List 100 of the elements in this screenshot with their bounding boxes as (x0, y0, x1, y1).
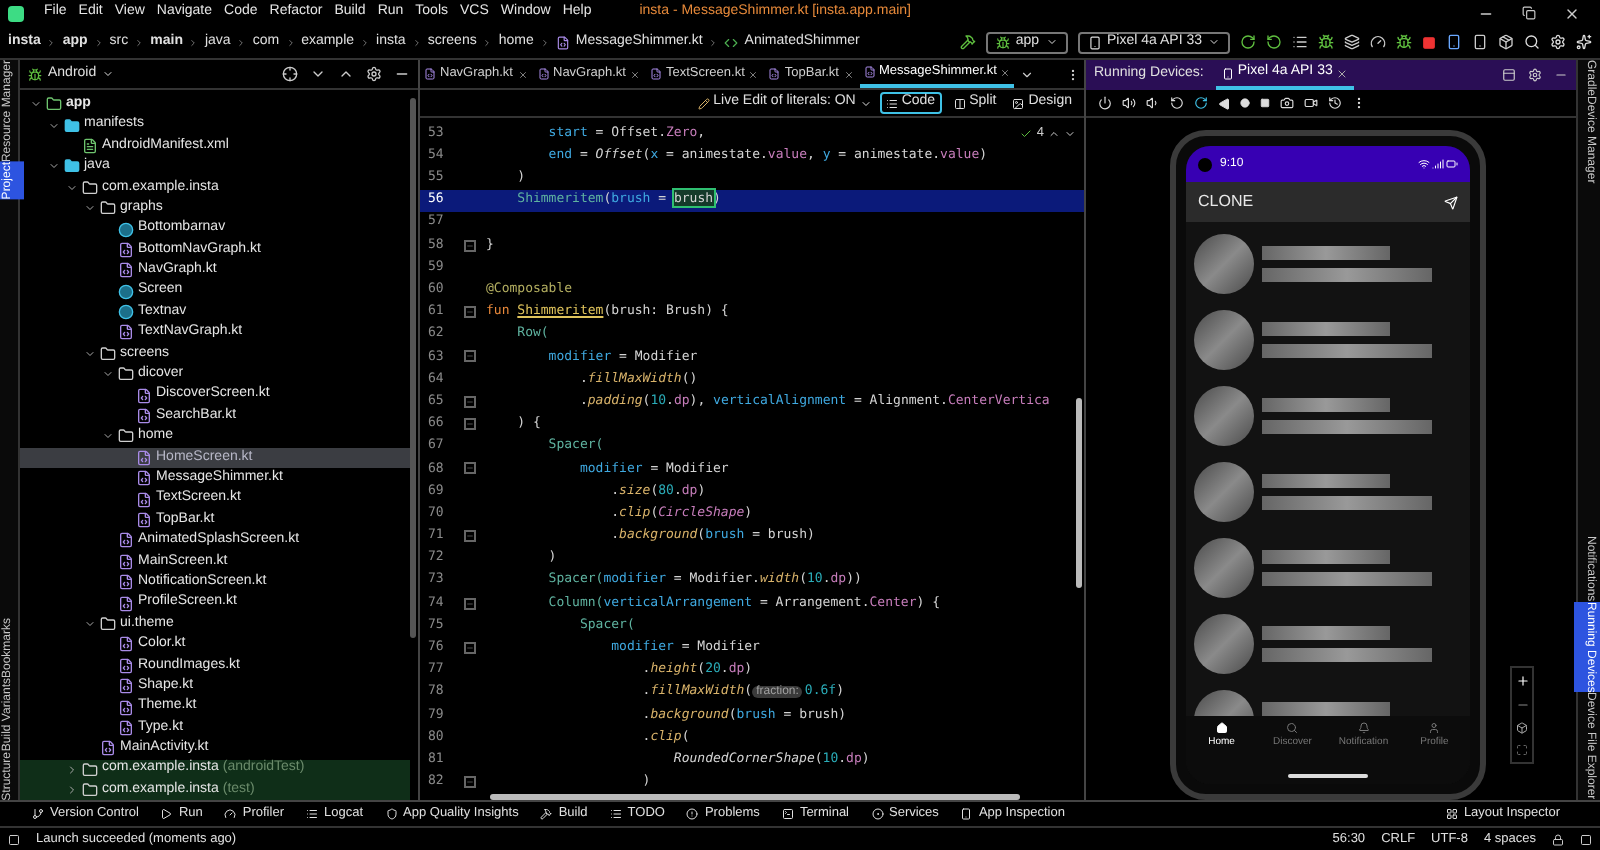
attach-debugger-icon[interactable] (1396, 34, 1412, 50)
stop-icon[interactable] (1422, 35, 1436, 49)
lock-icon[interactable] (1552, 833, 1564, 845)
close-icon[interactable] (1336, 67, 1349, 79)
avatar-placeholder (1194, 538, 1254, 598)
scrollbar[interactable] (1076, 398, 1082, 588)
device-manager-icon[interactable] (1446, 34, 1462, 50)
hammer-icon[interactable] (959, 34, 976, 50)
module-folder-icon (46, 96, 62, 113)
package-folder-icon (118, 428, 134, 445)
apply-changes-icon[interactable] (1266, 34, 1282, 50)
overview-icon[interactable] (1260, 98, 1270, 108)
assistant-icon[interactable] (1576, 34, 1592, 50)
kotlin-file-icon (118, 553, 134, 570)
fold-marker-icon[interactable] (464, 350, 476, 363)
fold-marker-icon[interactable] (464, 529, 476, 542)
package-folder-icon (100, 200, 116, 217)
restore-icon[interactable] (1522, 6, 1536, 20)
kotlin-file-icon (118, 657, 134, 674)
expand-all-icon[interactable] (310, 66, 326, 82)
expand-chevron-icon[interactable] (101, 430, 113, 443)
user-icon (1428, 722, 1441, 734)
search-icon[interactable] (1524, 34, 1540, 50)
kotlin-file-icon (118, 532, 134, 549)
back-icon[interactable] (1218, 97, 1230, 109)
app-title: CLONE (1198, 190, 1254, 214)
bell-icon (1357, 722, 1370, 734)
volume-up-icon[interactable] (1122, 96, 1136, 110)
separator-chevron-icon (539, 37, 550, 47)
camera-icon[interactable] (1280, 96, 1294, 110)
layout-icon[interactable] (1502, 68, 1516, 82)
logcat-icon (305, 808, 318, 820)
separator-chevron-icon (188, 37, 199, 47)
layers-icon[interactable] (1344, 34, 1360, 50)
power-icon[interactable] (1098, 96, 1112, 110)
separator-chevron-icon (134, 37, 145, 47)
shimmer-bar (1262, 398, 1390, 412)
zoom-in-icon[interactable] (1515, 674, 1529, 688)
separator-chevron-icon (236, 37, 247, 47)
kotlin-file-icon (863, 66, 875, 78)
avatar-placeholder (1194, 310, 1254, 370)
caret-icon (1208, 36, 1220, 48)
class-icon (118, 221, 134, 238)
kotlin-file-icon (118, 595, 134, 612)
locate-icon[interactable] (282, 66, 298, 82)
hide-icon[interactable] (1554, 68, 1568, 82)
profiler-icon[interactable] (1370, 34, 1386, 50)
next-icon[interactable] (1064, 127, 1076, 140)
folder-icon (64, 158, 80, 175)
fold-marker-icon[interactable] (464, 641, 476, 654)
previous-icon[interactable] (1048, 127, 1060, 140)
kotlin-file-icon (136, 408, 152, 425)
close-icon[interactable] (1564, 5, 1580, 21)
settings-icon[interactable] (1528, 68, 1542, 82)
inspection-icon (960, 808, 973, 820)
list-icon[interactable] (1292, 34, 1308, 50)
phone-icon (1221, 67, 1234, 79)
caret-icon (859, 97, 872, 109)
rotate-left-icon[interactable] (1170, 96, 1184, 110)
shimmer-bar (1262, 322, 1390, 336)
send-icon[interactable] (1444, 195, 1458, 209)
settings-icon[interactable] (1550, 34, 1566, 50)
separator-chevron-icon (285, 37, 296, 47)
tab-list-icon[interactable] (1020, 67, 1035, 81)
check-icon (1020, 127, 1033, 140)
shimmer-bar (1262, 550, 1390, 564)
kotlin-file-icon (650, 68, 662, 80)
sdk-manager-icon[interactable] (1498, 34, 1514, 50)
manifest-file-icon (82, 137, 98, 154)
more-icon[interactable] (1066, 67, 1080, 81)
fold-marker-icon[interactable] (464, 395, 476, 408)
kotlin-file-icon (100, 740, 116, 757)
home-icon[interactable] (1240, 98, 1250, 108)
collapse-all-icon[interactable] (338, 66, 354, 82)
expand-chevron-icon[interactable] (83, 617, 95, 630)
phone-icon[interactable] (1472, 34, 1488, 50)
fold-marker-icon[interactable] (464, 776, 476, 789)
shimmer-bar (1262, 474, 1390, 488)
volume-down-icon[interactable] (1146, 96, 1160, 110)
kotlin-file-icon (768, 68, 781, 80)
scrollbar[interactable] (410, 98, 416, 638)
debug-icon[interactable] (1318, 34, 1334, 50)
fold-marker-icon[interactable] (464, 597, 476, 610)
package-folder-icon (100, 615, 116, 632)
package-folder-icon (100, 345, 116, 362)
fold-marker-icon[interactable] (464, 306, 476, 319)
snapshot-icon[interactable] (1328, 96, 1342, 110)
fold-marker-icon[interactable] (464, 239, 476, 252)
video-icon[interactable] (1304, 96, 1318, 110)
rotate-right-icon[interactable] (1194, 96, 1208, 110)
fold-marker-icon[interactable] (464, 418, 476, 431)
rerun-icon[interactable] (1240, 34, 1256, 50)
fold-marker-icon[interactable] (464, 462, 476, 475)
wifi-icon (1418, 158, 1430, 170)
more-icon[interactable] (1352, 96, 1366, 110)
settings-icon[interactable] (366, 66, 382, 82)
scrollbar[interactable] (490, 794, 1020, 800)
panel-toggle-icon[interactable] (8, 833, 20, 845)
kotlin-file-icon (136, 449, 152, 466)
function-icon (724, 35, 739, 49)
